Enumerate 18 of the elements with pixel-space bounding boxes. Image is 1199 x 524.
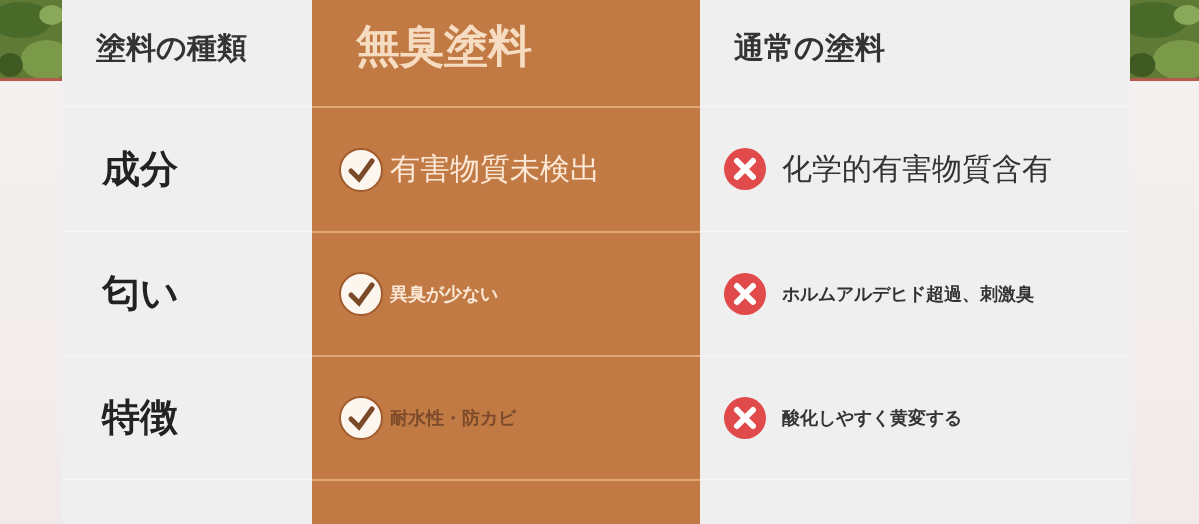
column-header: 無臭塗料: [355, 18, 532, 73]
check-icon: [338, 395, 384, 441]
cross-icon: [722, 270, 768, 317]
cross-icon: [722, 146, 768, 192]
row-label: 特徴: [100, 394, 178, 441]
check-icon: [338, 271, 384, 317]
cell-text: ホルムアルデヒド超過、刺激臭: [782, 281, 1034, 306]
cell-text: 有害物質未検出: [390, 150, 600, 188]
check-icon: [338, 146, 384, 193]
column-header: 塗料の種類: [95, 28, 247, 67]
column-header: 通常の塗料: [733, 28, 885, 67]
cell-text: 耐水性・防カビ: [390, 406, 516, 430]
cell-text: 酸化しやすく黄変する: [782, 405, 962, 430]
cell-text: 異臭が少ない: [390, 282, 498, 306]
cross-icon: [722, 394, 768, 441]
cell-text: 化学的有害物質含有: [782, 149, 1052, 188]
row-label: 匂い: [101, 270, 179, 317]
row-label: 成分: [101, 145, 178, 193]
